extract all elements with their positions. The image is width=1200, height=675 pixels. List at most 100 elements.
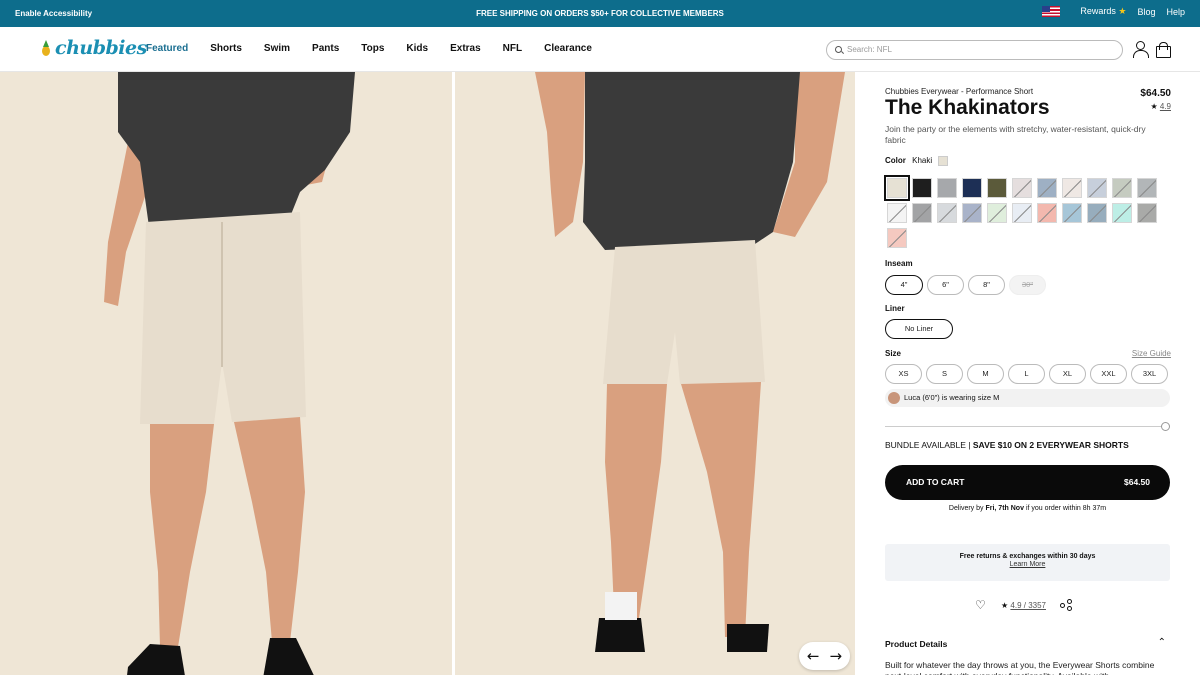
- topbar-links: Rewards ★ Blog Help: [1042, 6, 1185, 17]
- color-swatch[interactable]: [1112, 203, 1132, 223]
- product-image-front[interactable]: [0, 72, 452, 675]
- us-flag-icon[interactable]: [1042, 6, 1061, 17]
- color-swatch[interactable]: [1037, 203, 1057, 223]
- returns-box: Free returns & exchanges within 30 days …: [885, 544, 1170, 581]
- next-arrow-icon[interactable]: →: [830, 647, 843, 665]
- size-option-l[interactable]: L: [1008, 364, 1045, 384]
- delivery-suffix: if you order within 8h 37m: [1025, 505, 1107, 512]
- nav-item-pants[interactable]: Pants: [312, 43, 339, 54]
- color-swatch[interactable]: [1037, 178, 1057, 198]
- logo-text: chubbies: [55, 37, 147, 59]
- color-swatch[interactable]: [1062, 203, 1082, 223]
- nav-item-shorts[interactable]: Shorts: [210, 43, 242, 54]
- bundle-offer[interactable]: BUNDLE AVAILABLE | SAVE $10 ON 2 EVERYWE…: [885, 440, 1129, 450]
- selected-color-chip: [938, 156, 949, 166]
- delivery-prefix: Delivery by: [948, 505, 984, 512]
- color-swatch[interactable]: [1012, 178, 1032, 198]
- inseam-option-8[interactable]: 8": [968, 275, 1005, 295]
- search-input[interactable]: Search: NFL: [826, 40, 1123, 60]
- liner-options: No Liner: [885, 319, 953, 339]
- logo[interactable]: chubbies: [40, 37, 147, 59]
- scrollbar-knob[interactable]: [1161, 422, 1170, 431]
- inseam-option-6[interactable]: 6": [927, 275, 964, 295]
- rewards-link[interactable]: Rewards ★: [1080, 6, 1126, 17]
- learn-more-link[interactable]: Learn More: [885, 561, 1170, 568]
- model-size-text: Luca (6'0") is wearing size M: [904, 393, 1000, 402]
- bundle-offer-text: SAVE $10 ON 2 EVERYWEAR SHORTS: [972, 440, 1129, 450]
- liner-option-none[interactable]: No Liner: [885, 319, 953, 339]
- color-swatch[interactable]: [887, 203, 907, 223]
- prev-arrow-icon[interactable]: ←: [807, 647, 820, 665]
- size-guide-link[interactable]: Size Guide: [1132, 349, 1171, 358]
- swatch-scrollbar[interactable]: [885, 422, 1170, 431]
- add-to-cart-label: ADD TO CART: [906, 477, 965, 487]
- color-label: Color Khaki: [885, 156, 949, 166]
- size-option-xxl[interactable]: XXL: [1090, 364, 1127, 384]
- search-placeholder: Search: NFL: [847, 45, 892, 54]
- liner-label: Liner: [885, 304, 905, 313]
- product-title: The Khakinators: [885, 96, 1050, 119]
- product-details-title[interactable]: Product Details: [885, 639, 947, 649]
- color-swatch[interactable]: [1137, 203, 1157, 223]
- account-icon[interactable]: [1133, 41, 1149, 58]
- product-image-back[interactable]: [455, 72, 855, 675]
- search-icon: [835, 46, 842, 53]
- inseam-option-30[interactable]: 30": [1009, 275, 1046, 295]
- color-swatch[interactable]: [1112, 178, 1132, 198]
- review-summary-link[interactable]: ★ 4.9 / 3357: [1001, 601, 1046, 610]
- product-rating[interactable]: ★ 4.9: [1150, 102, 1171, 111]
- color-swatch[interactable]: [912, 203, 932, 223]
- announcement-bar: Enable Accessibility FREE SHIPPING ON OR…: [0, 0, 1200, 27]
- color-value: Khaki: [912, 156, 933, 166]
- color-swatch[interactable]: [987, 203, 1007, 223]
- star-icon: ★: [1001, 600, 1009, 610]
- social-row: ♡ ★ 4.9 / 3357: [975, 599, 1073, 611]
- rating-value: 4.9: [1159, 102, 1171, 111]
- delivery-date: Fri, 7th Nov: [985, 505, 1024, 512]
- share-icon[interactable]: [1060, 599, 1073, 611]
- size-option-s[interactable]: S: [926, 364, 963, 384]
- color-swatch[interactable]: [987, 178, 1007, 198]
- nav-item-kids[interactable]: Kids: [406, 43, 428, 54]
- delivery-estimate: Delivery by Fri, 7th Nov if you order wi…: [885, 505, 1170, 512]
- size-option-3xl[interactable]: 3XL: [1131, 364, 1168, 384]
- color-swatch[interactable]: [962, 178, 982, 198]
- nav-item-swim[interactable]: Swim: [264, 43, 290, 54]
- color-swatch[interactable]: [1062, 178, 1082, 198]
- help-link[interactable]: Help: [1166, 7, 1185, 17]
- color-swatch[interactable]: [1087, 178, 1107, 198]
- heart-icon[interactable]: ♡: [975, 599, 987, 611]
- color-swatch[interactable]: [1012, 203, 1032, 223]
- returns-text: Free returns & exchanges within 30 days: [959, 553, 1096, 560]
- chevron-up-icon[interactable]: ⌃: [1158, 637, 1166, 648]
- color-swatch[interactable]: [887, 228, 907, 248]
- nav-item-nfl[interactable]: NFL: [503, 43, 522, 54]
- nav-item-extras[interactable]: Extras: [450, 43, 481, 54]
- nav-item-tops[interactable]: Tops: [361, 43, 384, 54]
- review-summary: 4.9 / 3357: [1010, 600, 1046, 610]
- color-swatch[interactable]: [937, 203, 957, 223]
- color-label-text: Color: [885, 156, 906, 166]
- size-option-xl[interactable]: XL: [1049, 364, 1086, 384]
- star-icon: ★: [1150, 102, 1158, 111]
- color-swatch[interactable]: [884, 175, 910, 201]
- cart-bag-icon[interactable]: [1156, 42, 1171, 58]
- size-option-m[interactable]: M: [967, 364, 1004, 384]
- color-swatch[interactable]: [937, 178, 957, 198]
- enable-accessibility-link[interactable]: Enable Accessibility: [15, 9, 92, 18]
- shipping-banner: FREE SHIPPING ON ORDERS $50+ FOR COLLECT…: [476, 9, 724, 18]
- size-option-xs[interactable]: XS: [885, 364, 922, 384]
- nav-item-clearance[interactable]: Clearance: [544, 43, 592, 54]
- nav-item-featured[interactable]: Featured: [146, 43, 188, 54]
- color-swatch[interactable]: [912, 178, 932, 198]
- blog-link[interactable]: Blog: [1137, 7, 1155, 17]
- size-label: Size: [885, 349, 902, 358]
- color-swatch[interactable]: [962, 203, 982, 223]
- color-swatch[interactable]: [1137, 178, 1157, 198]
- inseam-option-4[interactable]: 4": [885, 275, 923, 295]
- color-swatch[interactable]: [1087, 203, 1107, 223]
- back-photo-illustration: [455, 72, 855, 675]
- product-description: Join the party or the elements with stre…: [885, 124, 1146, 145]
- add-to-cart-button[interactable]: ADD TO CART $64.50: [885, 465, 1170, 500]
- main-nav: chubbies Featured Shorts Swim Pants Tops…: [0, 27, 1200, 72]
